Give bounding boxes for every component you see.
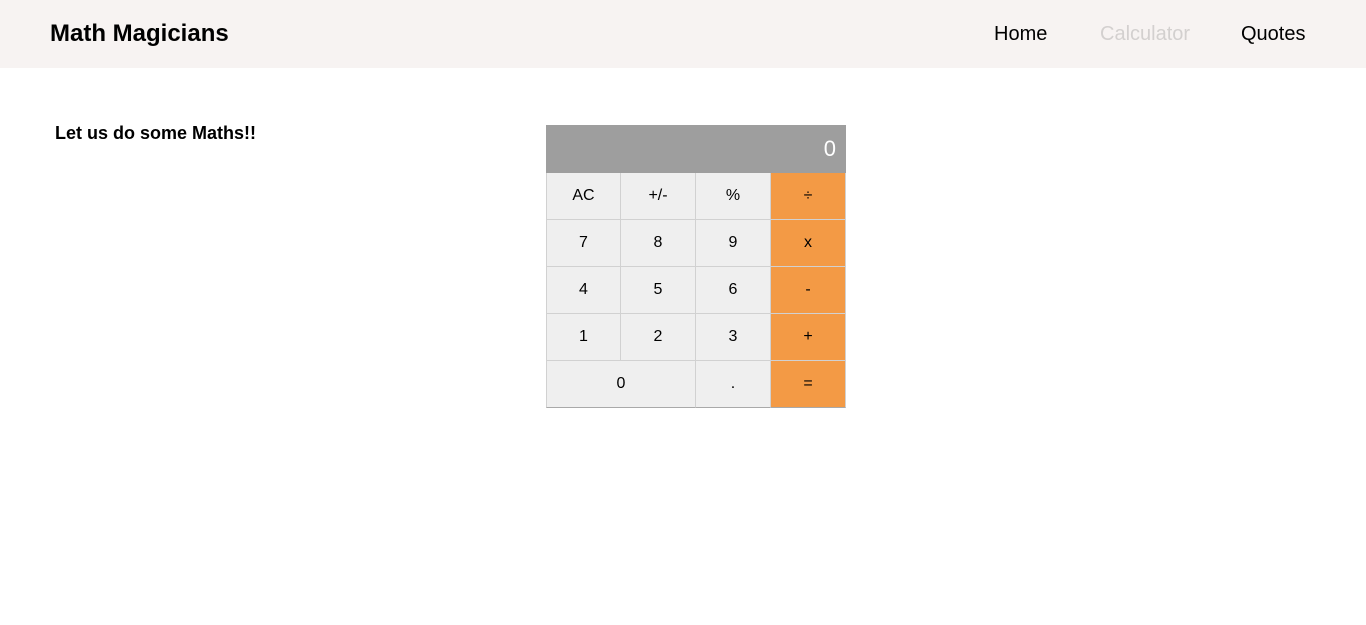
key-2[interactable]: 2 (621, 314, 696, 361)
key-equals[interactable]: = (771, 361, 846, 408)
key-6[interactable]: 6 (696, 267, 771, 314)
key-0[interactable]: 0 (546, 361, 696, 408)
key-percent[interactable]: % (696, 173, 771, 220)
key-multiply[interactable]: x (771, 220, 846, 267)
brand-title: Math Magicians (50, 20, 229, 47)
key-decimal[interactable]: . (696, 361, 771, 408)
key-add[interactable]: + (771, 314, 846, 361)
nav-link-home[interactable]: Home (994, 22, 1047, 46)
key-9[interactable]: 9 (696, 220, 771, 267)
key-5[interactable]: 5 (621, 267, 696, 314)
key-7[interactable]: 7 (546, 220, 621, 267)
key-sign[interactable]: +/- (621, 173, 696, 220)
navbar: Math Magicians Home Calculator Quotes (0, 0, 1366, 68)
calculator-display: 0 (546, 125, 846, 173)
key-3[interactable]: 3 (696, 314, 771, 361)
key-divide[interactable]: ÷ (771, 173, 846, 220)
key-subtract[interactable]: - (771, 267, 846, 314)
key-1[interactable]: 1 (546, 314, 621, 361)
nav-link-calculator[interactable]: Calculator (1100, 22, 1190, 46)
key-8[interactable]: 8 (621, 220, 696, 267)
key-ac[interactable]: AC (546, 173, 621, 220)
calculator: 0 AC +/- % ÷ 7 8 9 x 4 5 6 - 1 2 3 + 0 .… (546, 125, 846, 409)
nav-link-quotes[interactable]: Quotes (1241, 22, 1305, 46)
intro-heading: Let us do some Maths!! (55, 123, 257, 143)
key-4[interactable]: 4 (546, 267, 621, 314)
calculator-keypad: AC +/- % ÷ 7 8 9 x 4 5 6 - 1 2 3 + 0 . = (546, 173, 846, 409)
